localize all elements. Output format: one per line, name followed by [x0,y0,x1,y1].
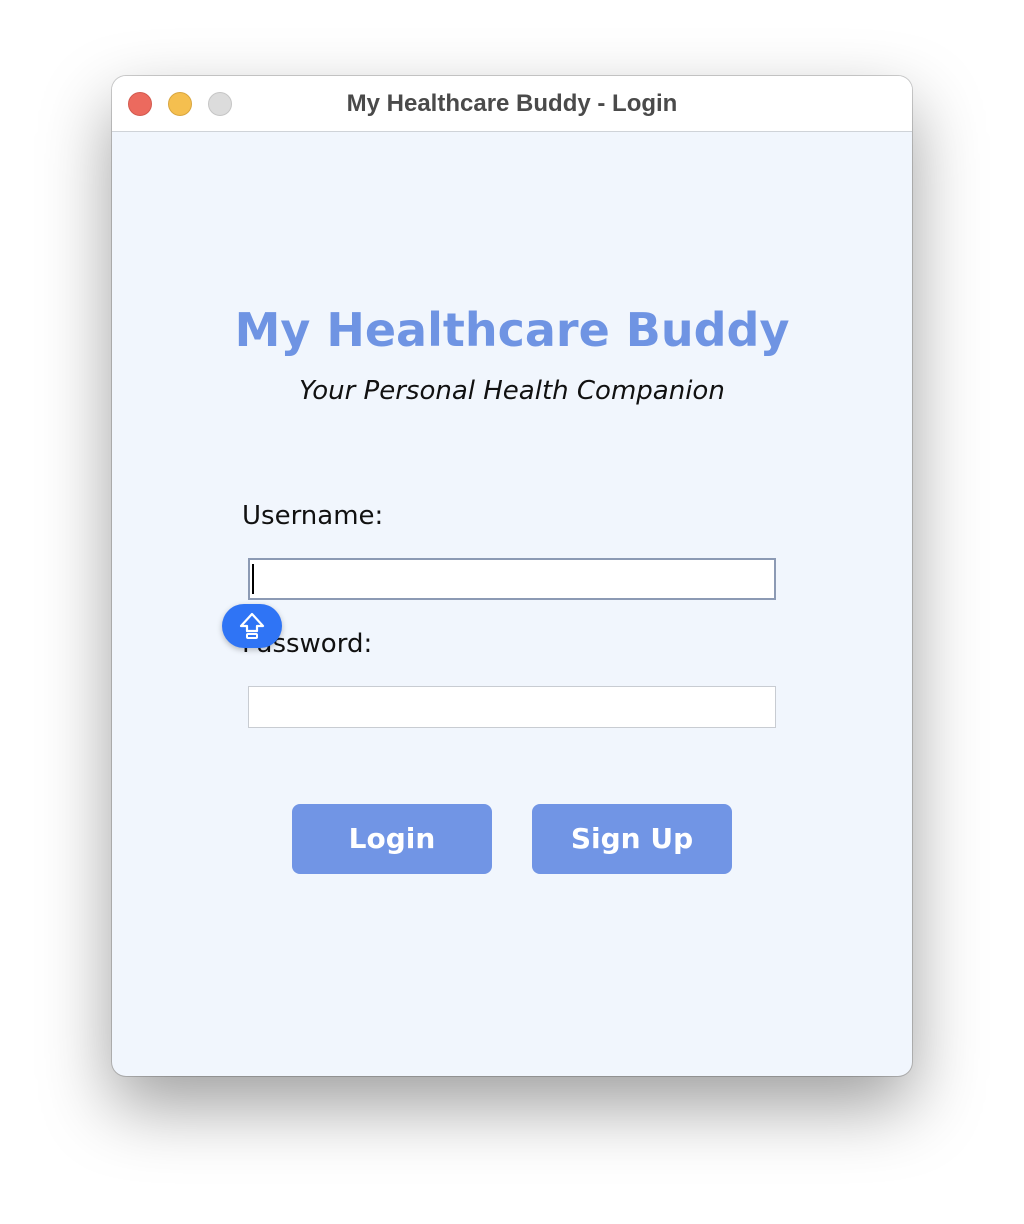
caps-lock-arrow-icon [239,612,265,639]
app-subtitle: Your Personal Health Companion [299,376,725,406]
text-caret [252,564,254,594]
username-input[interactable] [248,558,776,600]
sign-up-button[interactable]: Sign Up [532,804,732,874]
app-title: My Healthcare Buddy [234,303,790,357]
caps-lock-indicator [222,604,282,648]
window-title: My Healthcare Buddy - Login [346,90,678,117]
login-button[interactable]: Login [292,804,492,874]
password-input[interactable] [248,686,776,728]
username-label: Username: [242,501,384,531]
title-bar[interactable]: My Healthcare Buddy - Login [112,76,912,132]
login-window: My Healthcare Buddy - Login My Healthcar… [112,76,912,1076]
